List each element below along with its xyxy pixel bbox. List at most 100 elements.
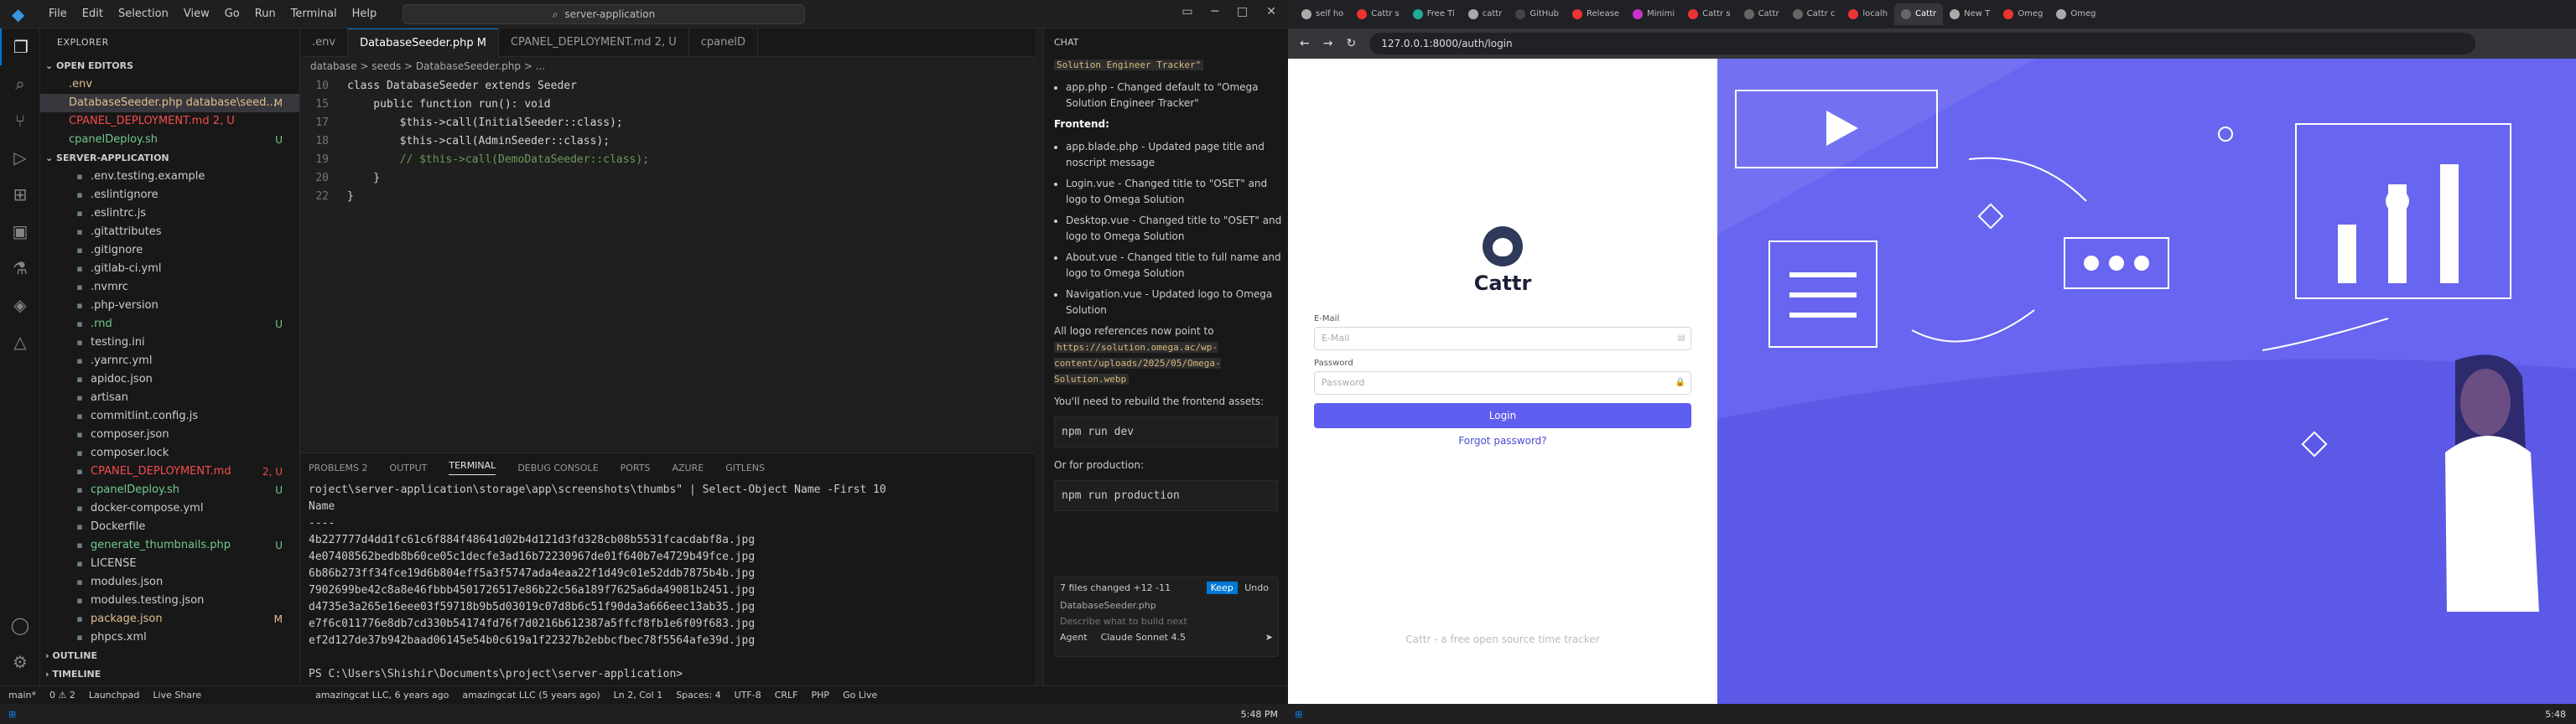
panel-tab-terminal[interactable]: TERMINAL bbox=[449, 460, 496, 475]
open-editors-header[interactable]: ⌄ OPEN EDITORS bbox=[40, 57, 299, 75]
file-tree-item[interactable]: ▪ package.json M bbox=[40, 610, 299, 628]
file-tree-item[interactable]: ▪ cpanelDeploy.sh U bbox=[40, 481, 299, 499]
project-header[interactable]: ⌄ SERVER-APPLICATION bbox=[40, 149, 299, 168]
language-status[interactable]: PHP bbox=[812, 690, 830, 701]
browser-tab[interactable]: Omeg bbox=[1997, 3, 2049, 25]
agent-dropdown[interactable]: Agent bbox=[1060, 632, 1088, 643]
file-tree-item[interactable]: ▪ .eslintignore bbox=[40, 186, 299, 204]
file-tree-item[interactable]: ▪ .php-version bbox=[40, 297, 299, 315]
browser-tab[interactable]: Minimi bbox=[1626, 3, 1681, 25]
code-editor[interactable]: 10 class DatabaseSeeder extends Seeder 15 … bbox=[300, 75, 1035, 206]
menu-edit[interactable]: Edit bbox=[75, 4, 110, 23]
browser-tab[interactable]: Cattr s bbox=[1350, 3, 1405, 25]
taskbar-clock[interactable]: 5:48 PM bbox=[1241, 709, 1278, 720]
editor-tab[interactable]: cpanelD bbox=[689, 28, 758, 57]
email-field[interactable]: E-Mail ▤ bbox=[1314, 327, 1691, 350]
run-debug-icon[interactable]: ▷ bbox=[0, 139, 40, 176]
attached-file-chip[interactable]: DatabaseSeeder.php bbox=[1055, 598, 1278, 613]
panel-tab-output[interactable]: OUTPUT bbox=[390, 463, 428, 473]
undo-button[interactable]: Undo bbox=[1240, 582, 1273, 594]
search-icon[interactable]: ⌕ bbox=[0, 65, 40, 102]
file-tree-item[interactable]: ▪ apidoc.json bbox=[40, 370, 299, 389]
file-tree-item[interactable]: ▪ .gitignore bbox=[40, 241, 299, 260]
open-editor-item[interactable]: .env bbox=[40, 75, 299, 94]
browser-tab[interactable]: Cattr bbox=[1737, 3, 1786, 25]
browser-tab[interactable]: Cattr c bbox=[1786, 3, 1842, 25]
editor-tab[interactable]: CPANEL_DEPLOYMENT.md 2, U bbox=[499, 28, 689, 57]
panel-tab-ports[interactable]: PORTS bbox=[621, 463, 651, 473]
npm-production-code[interactable]: npm run production bbox=[1054, 480, 1278, 511]
layout-icon[interactable]: ▭ bbox=[1182, 5, 1192, 18]
browser-tab[interactable]: GitHub bbox=[1509, 3, 1566, 25]
taskbar-clock[interactable]: 5:48 bbox=[2545, 709, 2566, 720]
panel-tab-gitlens[interactable]: GITLENS bbox=[725, 463, 765, 473]
keep-button[interactable]: Keep bbox=[1206, 582, 1238, 594]
browser-tab[interactable]: Cattr bbox=[1894, 3, 1944, 25]
remote-explorer-icon[interactable]: ▣ bbox=[0, 213, 40, 250]
menu-file[interactable]: File bbox=[42, 4, 74, 23]
chat-input[interactable]: Describe what to build next bbox=[1055, 613, 1278, 630]
browser-tab[interactable]: Free Ti bbox=[1406, 3, 1462, 25]
browser-tab[interactable]: localh bbox=[1841, 3, 1894, 25]
file-tree-item[interactable]: ▪ docker-compose.yml bbox=[40, 499, 299, 518]
close-icon[interactable]: ✕ bbox=[1266, 5, 1276, 18]
reload-icon[interactable]: ↻ bbox=[1346, 37, 1356, 50]
back-icon[interactable]: ← bbox=[1300, 37, 1310, 50]
password-field[interactable]: Password 🔒 bbox=[1314, 371, 1691, 395]
go-live-status[interactable]: Go Live bbox=[843, 690, 877, 701]
file-tree-item[interactable]: ▪ .env.testing.example bbox=[40, 168, 299, 186]
file-tree-item[interactable]: ▪ commitlint.config.js bbox=[40, 407, 299, 426]
timeline-header[interactable]: › TIMELINE bbox=[40, 665, 300, 684]
windows-start-icon[interactable]: ⊞ bbox=[8, 709, 16, 720]
file-tree-item[interactable]: ▪ phpcs.xml bbox=[40, 628, 299, 647]
browser-tab[interactable]: Release bbox=[1566, 3, 1626, 25]
file-tree-item[interactable]: ▪ .rnd U bbox=[40, 315, 299, 334]
file-tree-item[interactable]: ▪ Dockerfile bbox=[40, 518, 299, 536]
command-center[interactable]: ⌕ server-application bbox=[402, 4, 805, 24]
menu-terminal[interactable]: Terminal bbox=[284, 4, 344, 23]
login-button[interactable]: Login bbox=[1314, 403, 1691, 428]
file-tree-item[interactable]: ▪ modules.testing.json bbox=[40, 592, 299, 610]
forward-icon[interactable]: → bbox=[1323, 37, 1333, 50]
extensions-icon[interactable]: ⊞ bbox=[0, 176, 40, 213]
panel-tab-azure[interactable]: AZURE bbox=[672, 463, 704, 473]
file-tree-item[interactable]: ▪ .nvmrc bbox=[40, 278, 299, 297]
file-tree-item[interactable]: ▪ artisan bbox=[40, 389, 299, 407]
open-editor-item[interactable]: cpanelDeploy.sh U bbox=[40, 131, 299, 149]
maximize-icon[interactable]: □ bbox=[1237, 5, 1248, 18]
outline-header[interactable]: › OUTLINE bbox=[40, 647, 300, 665]
file-tree-item[interactable]: ▪ generate_thumbnails.php U bbox=[40, 536, 299, 555]
file-tree-item[interactable]: ▪ .yarnrc.yml bbox=[40, 352, 299, 370]
blame-status-2[interactable]: amazingcat LLC (5 years ago) bbox=[462, 690, 600, 701]
editor-tab[interactable]: DatabaseSeeder.php M bbox=[348, 28, 499, 57]
browser-tab[interactable]: self ho bbox=[1295, 3, 1350, 25]
browser-tab[interactable]: Omeg bbox=[2049, 3, 2102, 25]
blame-status[interactable]: amazingcat LLC, 6 years ago bbox=[315, 690, 449, 701]
minimize-icon[interactable]: ─ bbox=[1212, 5, 1218, 18]
send-icon[interactable]: ➤ bbox=[1265, 632, 1273, 643]
account-icon[interactable]: ◯ bbox=[0, 607, 40, 644]
open-editor-item[interactable]: DatabaseSeeder.php database\seed... M bbox=[40, 94, 299, 112]
problems-status[interactable]: 0 ⚠ 2 bbox=[49, 690, 75, 701]
browser-tab[interactable]: New T bbox=[1943, 3, 1997, 25]
npm-dev-code[interactable]: npm run dev bbox=[1054, 416, 1278, 447]
model-dropdown[interactable]: Claude Sonnet 4.5 bbox=[1101, 632, 1186, 643]
file-tree-item[interactable]: ▪ CPANEL_DEPLOYMENT.md 2, U bbox=[40, 463, 299, 481]
launchpad-status[interactable]: Launchpad bbox=[89, 690, 140, 701]
menu-go[interactable]: Go bbox=[218, 4, 247, 23]
files-changed-text[interactable]: 7 files changed +12 -11 bbox=[1060, 582, 1171, 593]
menu-view[interactable]: View bbox=[177, 4, 216, 23]
file-tree-item[interactable]: ▪ .gitattributes bbox=[40, 223, 299, 241]
source-control-icon[interactable]: ⑂ bbox=[0, 102, 40, 139]
menu-help[interactable]: Help bbox=[345, 4, 384, 23]
file-tree-item[interactable]: ▪ testing.ini bbox=[40, 334, 299, 352]
file-tree-item[interactable]: ▪ LICENSE bbox=[40, 555, 299, 573]
live-share-status[interactable]: Live Share bbox=[153, 690, 201, 701]
menu-selection[interactable]: Selection bbox=[112, 4, 175, 23]
settings-gear-icon[interactable]: ⚙ bbox=[0, 644, 40, 680]
browser-tab[interactable]: Cattr s bbox=[1681, 3, 1737, 25]
eol-status[interactable]: CRLF bbox=[775, 690, 798, 701]
azure-icon[interactable]: △ bbox=[0, 323, 40, 360]
terminal-output[interactable]: roject\server-application\storage\app\sc… bbox=[300, 482, 1035, 683]
editor-tab[interactable]: .env bbox=[300, 28, 349, 57]
